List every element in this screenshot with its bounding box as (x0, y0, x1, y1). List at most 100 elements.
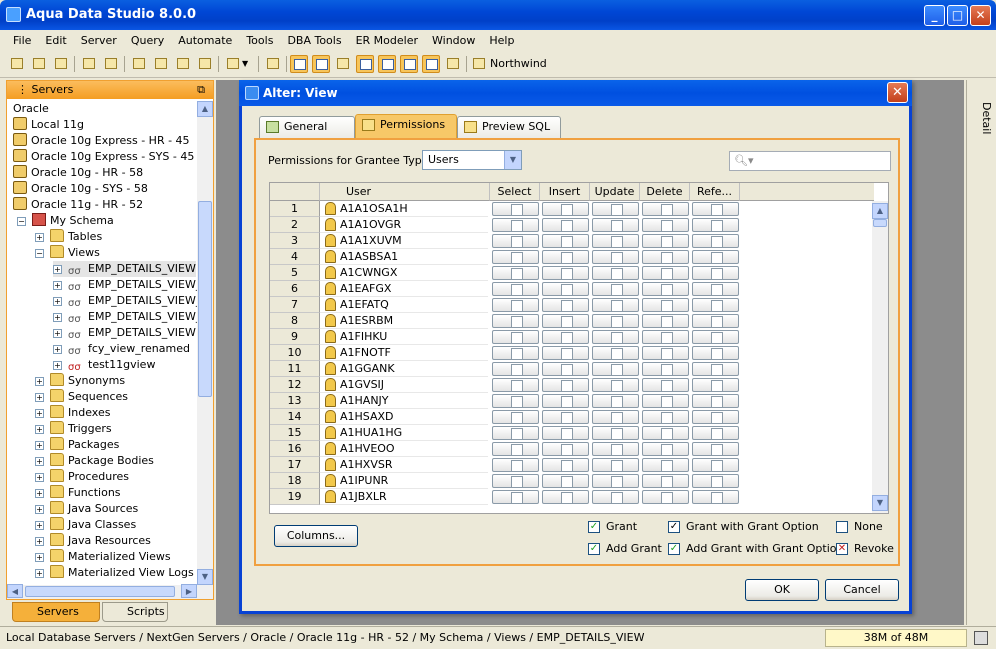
tree-view-item[interactable]: + σσ fcy_view_renamed (53, 341, 190, 357)
memory-usage[interactable]: 38M of 48M (825, 629, 967, 647)
permission-references-checkbox[interactable] (692, 362, 739, 376)
search-input[interactable]: 🔍︎▾ (729, 151, 891, 171)
user-cell[interactable]: A1FNOTF (320, 345, 488, 361)
permission-update-checkbox[interactable] (592, 282, 639, 296)
permission-references-checkbox[interactable] (692, 298, 739, 312)
document-icon[interactable] (334, 55, 352, 73)
grant-with-grant-checkbox[interactable]: ✓ (668, 521, 680, 533)
close-button[interactable]: ✕ (970, 5, 991, 26)
row-number[interactable]: 11 (270, 361, 320, 377)
row-number[interactable]: 14 (270, 409, 320, 425)
permission-insert-checkbox[interactable] (542, 218, 589, 232)
tab-detail[interactable]: Detail (971, 84, 993, 144)
permission-select-checkbox[interactable] (492, 410, 539, 424)
permission-insert-checkbox[interactable] (542, 458, 589, 472)
layout-1-icon[interactable] (356, 55, 374, 73)
permission-references-checkbox[interactable] (692, 394, 739, 408)
tree-folder[interactable]: + Packages (35, 437, 119, 453)
layout-5-icon[interactable] (444, 55, 462, 73)
register-icon[interactable] (52, 55, 70, 73)
permission-select-checkbox[interactable] (492, 298, 539, 312)
tree-server[interactable]: Local 11g (13, 117, 84, 133)
permission-select-checkbox[interactable] (492, 266, 539, 280)
permission-update-checkbox[interactable] (592, 474, 639, 488)
tree-folder[interactable]: + Materialized View Logs (35, 565, 194, 581)
permission-delete-checkbox[interactable] (642, 426, 689, 440)
menu-dba-tools[interactable]: DBA Tools (280, 34, 348, 47)
row-number[interactable]: 9 (270, 329, 320, 345)
menu-er-modeler[interactable]: ER Modeler (349, 34, 425, 47)
permission-references-checkbox[interactable] (692, 282, 739, 296)
permission-delete-checkbox[interactable] (642, 474, 689, 488)
scroll-down-icon[interactable]: ▼ (197, 569, 213, 585)
table-data-icon[interactable] (196, 55, 214, 73)
permission-references-checkbox[interactable] (692, 314, 739, 328)
permission-references-checkbox[interactable] (692, 426, 739, 440)
permission-delete-checkbox[interactable] (642, 410, 689, 424)
row-number[interactable]: 7 (270, 297, 320, 313)
tree-folder-views[interactable]: − Views (35, 245, 100, 261)
permission-insert-checkbox[interactable] (542, 474, 589, 488)
permission-update-checkbox[interactable] (592, 346, 639, 360)
permission-select-checkbox[interactable] (492, 202, 539, 216)
connection-icon[interactable] (470, 55, 488, 73)
grid-view-icon[interactable] (290, 55, 308, 73)
permission-update-checkbox[interactable] (592, 218, 639, 232)
permission-update-checkbox[interactable] (592, 458, 639, 472)
user-cell[interactable]: A1HXVSR (320, 457, 488, 473)
query-window-icon[interactable] (152, 55, 170, 73)
permission-delete-checkbox[interactable] (642, 346, 689, 360)
permission-update-checkbox[interactable] (592, 330, 639, 344)
permission-update-checkbox[interactable] (592, 490, 639, 504)
permission-delete-checkbox[interactable] (642, 394, 689, 408)
column-header-update[interactable]: Update (590, 183, 640, 201)
user-cell[interactable]: A1GVSIJ (320, 377, 488, 393)
user-cell[interactable]: A1HUA1HG (320, 425, 488, 441)
user-cell[interactable]: A1IPUNR (320, 473, 488, 489)
permission-select-checkbox[interactable] (492, 330, 539, 344)
permission-delete-checkbox[interactable] (642, 314, 689, 328)
query-icon[interactable] (130, 55, 148, 73)
tree-folder[interactable]: + Functions (35, 485, 121, 501)
row-number[interactable]: 13 (270, 393, 320, 409)
grid-vertical-scrollbar[interactable]: ▲ ▼ (872, 201, 888, 513)
columns-button[interactable]: Columns... (274, 525, 358, 547)
permission-insert-checkbox[interactable] (542, 266, 589, 280)
tree-server[interactable]: Oracle 10g - HR - 58 (13, 165, 143, 181)
permission-insert-checkbox[interactable] (542, 362, 589, 376)
permission-insert-checkbox[interactable] (542, 202, 589, 216)
maximize-button[interactable]: □ (947, 5, 968, 26)
tree-root-oracle[interactable]: Oracle (13, 101, 49, 117)
user-cell[interactable]: A1JBXLR (320, 489, 488, 505)
none-checkbox[interactable] (836, 521, 848, 533)
hscroll-thumb[interactable] (25, 586, 175, 597)
permission-select-checkbox[interactable] (492, 250, 539, 264)
permission-references-checkbox[interactable] (692, 474, 739, 488)
permission-delete-checkbox[interactable] (642, 442, 689, 456)
row-number[interactable]: 16 (270, 441, 320, 457)
column-header-user[interactable]: User (320, 183, 490, 201)
permission-update-checkbox[interactable] (592, 394, 639, 408)
scripts-icon[interactable] (224, 55, 242, 73)
tab-preview-sql[interactable]: Preview SQL (457, 116, 561, 138)
permission-select-checkbox[interactable] (492, 218, 539, 232)
permission-references-checkbox[interactable] (692, 458, 739, 472)
permission-delete-checkbox[interactable] (642, 282, 689, 296)
permission-update-checkbox[interactable] (592, 314, 639, 328)
tree-server[interactable]: Oracle 11g - HR - 52 (13, 197, 143, 213)
scroll-right-icon[interactable]: ▶ (181, 584, 197, 598)
print-icon[interactable] (264, 55, 282, 73)
permission-update-checkbox[interactable] (592, 362, 639, 376)
tree-view-icon[interactable] (312, 55, 330, 73)
query-analyzer-icon[interactable] (174, 55, 192, 73)
menu-edit[interactable]: Edit (38, 34, 73, 47)
permission-insert-checkbox[interactable] (542, 234, 589, 248)
permission-select-checkbox[interactable] (492, 458, 539, 472)
row-number[interactable]: 15 (270, 425, 320, 441)
menu-query[interactable]: Query (124, 34, 171, 47)
layout-2-icon[interactable] (378, 55, 396, 73)
tree-folder[interactable]: + Materialized Views (35, 549, 171, 565)
user-cell[interactable]: A1HVEOO (320, 441, 488, 457)
permission-delete-checkbox[interactable] (642, 266, 689, 280)
revoke-checkbox[interactable]: ✕ (836, 543, 848, 555)
